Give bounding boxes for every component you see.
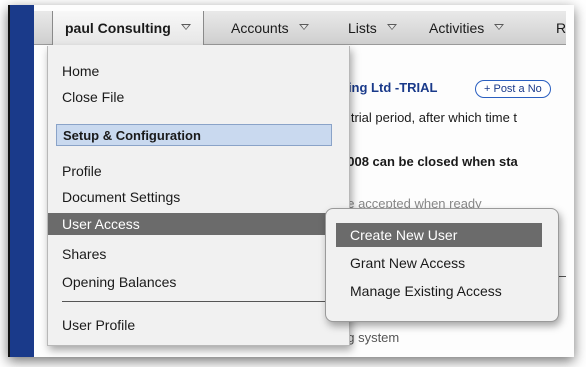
menu-divider <box>62 301 350 302</box>
menu-item-home-label: Home <box>62 63 100 79</box>
menu-item-shares[interactable]: Shares <box>48 243 351 265</box>
nav-tab-accounts[interactable]: Accounts <box>231 11 311 45</box>
menu-item-user-access-label: User Access <box>62 216 140 232</box>
submenu-item-manage-existing-access[interactable]: Manage Existing Access <box>336 279 542 303</box>
post-note-button[interactable]: + Post a No <box>475 80 551 98</box>
main-nav-bar: paul Consulting Accounts Lists Activitie… <box>34 11 566 45</box>
chevron-down-icon <box>297 23 311 33</box>
submenu-item-grant-new-access[interactable]: Grant New Access <box>336 251 542 275</box>
nav-tab-reports-label: R <box>556 20 567 36</box>
submenu-item-grant-new-access-label: Grant New Access <box>350 255 466 271</box>
chevron-down-icon <box>179 23 193 33</box>
user-access-submenu: Create New User Grant New Access Manage … <box>325 208 559 322</box>
menu-item-shares-label: Shares <box>62 246 107 262</box>
nav-tab-activities-label: Activities <box>429 20 485 36</box>
submenu-item-create-new-user-label: Create New User <box>350 227 458 243</box>
nav-tab-company-label: paul Consulting <box>65 20 171 36</box>
menu-item-home[interactable]: Home <box>48 60 351 82</box>
submenu-item-manage-existing-access-label: Manage Existing Access <box>350 283 502 299</box>
nav-tab-company[interactable]: paul Consulting <box>52 11 204 45</box>
menu-item-opening-balances[interactable]: Opening Balances <box>48 271 351 293</box>
nav-tab-lists-label: Lists <box>348 20 377 36</box>
menu-section-setup: Setup & Configuration <box>56 124 332 146</box>
menu-item-document-settings-label: Document Settings <box>62 189 181 205</box>
menu-item-close-file[interactable]: Close File <box>48 86 351 108</box>
menu-item-document-settings[interactable]: Document Settings <box>48 186 351 208</box>
left-accent-bar <box>8 5 34 357</box>
trial-notice-text: e trial period, after which time t <box>340 110 518 125</box>
menu-item-close-file-label: Close File <box>62 89 125 105</box>
company-dropdown-menu: Home Close File Setup & Configuration Pr… <box>47 46 351 346</box>
chevron-down-icon <box>492 23 506 33</box>
menu-item-user-profile[interactable]: User Profile <box>48 314 351 336</box>
nav-tab-lists[interactable]: Lists <box>348 11 399 45</box>
nav-tab-accounts-label: Accounts <box>231 20 289 36</box>
submenu-item-create-new-user[interactable]: Create New User <box>336 223 542 247</box>
nav-tab-reports[interactable]: R <box>556 11 566 45</box>
period-notice-text: 2008 can be closed when sta <box>340 154 518 169</box>
menu-item-user-profile-label: User Profile <box>62 317 136 333</box>
menu-item-opening-balances-label: Opening Balances <box>62 274 177 290</box>
company-title: lting Ltd -TRIAL <box>340 80 438 95</box>
menu-item-profile[interactable]: Profile <box>48 160 351 182</box>
menu-item-user-access[interactable]: User Access <box>48 213 351 235</box>
nav-tab-activities[interactable]: Activities <box>429 11 506 45</box>
chevron-down-icon <box>385 23 399 33</box>
menu-item-profile-label: Profile <box>62 163 102 179</box>
